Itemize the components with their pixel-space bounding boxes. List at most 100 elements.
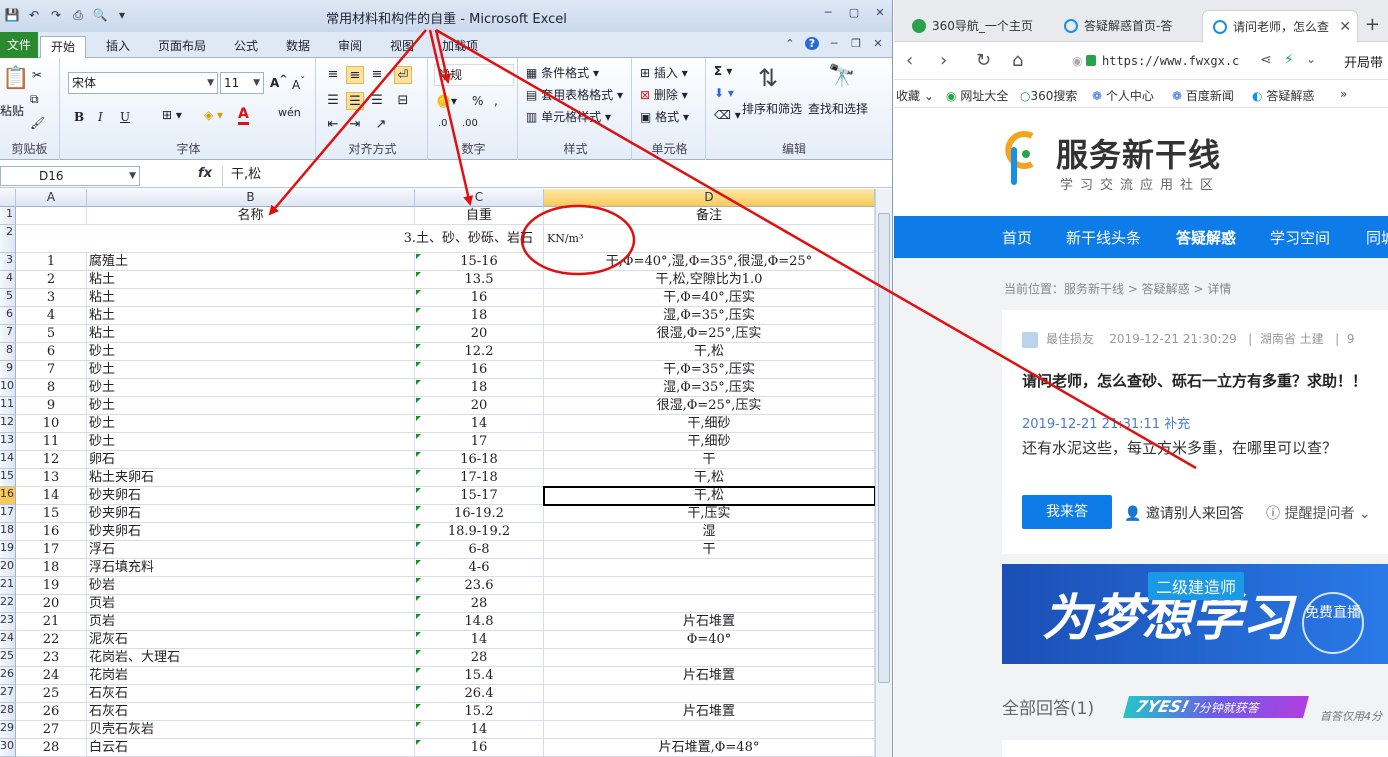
indent-icon[interactable]: ⇤ (324, 116, 342, 134)
outdent-icon[interactable]: ⇥ (346, 116, 364, 134)
row-number-cell[interactable]: 28 (16, 739, 87, 757)
note-cell[interactable]: 干,压实 (544, 505, 875, 523)
material-name-cell[interactable]: 石灰石 (87, 685, 415, 703)
align-center-icon[interactable]: ☰ (346, 92, 364, 110)
comma-icon[interactable]: , (494, 94, 498, 108)
font-name-select[interactable]: 宋体 ▼ (68, 72, 218, 94)
currency-icon[interactable]: 🪙▾ (436, 94, 457, 108)
note-cell[interactable]: 干,Φ=40°,压实 (544, 289, 875, 307)
row-number-cell[interactable]: 6 (16, 343, 87, 361)
section-title-cell[interactable]: 3.土、砂、砂砾、岩石 (16, 225, 544, 253)
nav-local[interactable]: 同城 (1366, 227, 1388, 248)
material-name-cell[interactable]: 石灰石 (87, 703, 415, 721)
material-name-cell[interactable]: 浮石填充料 (87, 559, 415, 577)
weight-cell[interactable]: 14 (415, 415, 544, 433)
material-name-cell[interactable]: 浮石 (87, 541, 415, 559)
material-name-cell[interactable]: 砂夹卵石 (87, 523, 415, 541)
material-name-cell[interactable]: 砂土 (87, 397, 415, 415)
weight-cell[interactable]: 4-6 (415, 559, 544, 577)
bookmark-item[interactable]: ❁ 个人中心 (1092, 87, 1154, 104)
row-number-cell[interactable]: 16 (16, 523, 87, 541)
more-bookmarks-icon[interactable]: » (1340, 87, 1347, 101)
weight-cell[interactable]: 28 (415, 649, 544, 667)
chevron-down-icon[interactable]: ⌄ (1306, 52, 1316, 66)
header-weight-cell[interactable]: 自重 (415, 207, 544, 225)
weight-cell[interactable]: 16-18 (415, 451, 544, 469)
note-cell[interactable] (544, 685, 875, 703)
insert-cells-button[interactable]: ⊞ 插入 ▾ (640, 64, 688, 81)
row-header[interactable]: 24 (0, 631, 16, 649)
row-header[interactable]: 17 (0, 505, 16, 523)
phonetic-icon[interactable]: wén (278, 106, 301, 119)
row-number-cell[interactable]: 26 (16, 703, 87, 721)
forward-icon[interactable]: › (940, 50, 947, 71)
row-number-cell[interactable]: 25 (16, 685, 87, 703)
increase-decimal-icon[interactable]: .0 (438, 118, 448, 129)
material-name-cell[interactable]: 砂土 (87, 343, 415, 361)
tab-page-layout[interactable]: 页面布局 (148, 36, 216, 58)
paste-icon[interactable]: 📋 (2, 66, 29, 91)
weight-cell[interactable]: 18 (415, 379, 544, 397)
percent-icon[interactable]: % (472, 94, 483, 108)
weight-cell[interactable]: 16 (415, 739, 544, 757)
vertical-scrollbar[interactable] (875, 189, 892, 757)
material-name-cell[interactable]: 花岗岩 (87, 667, 415, 685)
material-name-cell[interactable]: 泥灰石 (87, 631, 415, 649)
question-user[interactable]: 最佳损友 (1046, 332, 1094, 346)
format-painter-icon[interactable]: 🖌 (30, 116, 45, 130)
weight-cell[interactable]: 6-8 (415, 541, 544, 559)
note-cell[interactable]: 湿,Φ=35°,压实 (544, 379, 875, 397)
row-header[interactable]: 27 (0, 685, 16, 703)
note-cell[interactable]: 片石堆置 (544, 703, 875, 721)
format-as-table-button[interactable]: ▤ 套用表格格式 ▾ (526, 86, 623, 103)
cut-icon[interactable]: ✂ (32, 68, 42, 82)
align-left-icon[interactable]: ☰ (324, 92, 342, 110)
row-header[interactable]: 29 (0, 721, 16, 739)
material-name-cell[interactable]: 砂土 (87, 415, 415, 433)
font-size-select[interactable]: 11 ▼ (220, 72, 264, 94)
tab-data[interactable]: 数据 (276, 36, 320, 58)
help-icon[interactable]: ? (805, 37, 819, 50)
note-cell[interactable]: 湿 (544, 523, 875, 541)
row-header[interactable]: 19 (0, 541, 16, 559)
nav-headlines[interactable]: 新干线头条 (1066, 227, 1141, 248)
weight-cell[interactable]: 14 (415, 631, 544, 649)
ad-banner[interactable]: 为梦想学习 二级建造师 免费直播 (1002, 564, 1388, 664)
weight-cell[interactable]: 28 (415, 595, 544, 613)
note-cell[interactable]: 干,松 (544, 343, 875, 361)
grow-font-icon[interactable]: A^ (270, 74, 288, 90)
weight-cell[interactable]: 17 (415, 433, 544, 451)
material-name-cell[interactable]: 砂土 (87, 361, 415, 379)
row-number-cell[interactable]: 15 (16, 505, 87, 523)
home-icon[interactable]: ⌂ (1012, 50, 1023, 71)
row-number-cell[interactable]: 8 (16, 379, 87, 397)
conditional-format-button[interactable]: ▦ 条件格式 ▾ (526, 64, 599, 81)
paste-label[interactable]: 粘贴 (0, 102, 24, 119)
row-header[interactable]: 14 (0, 451, 16, 469)
row-header[interactable]: 10 (0, 379, 16, 397)
active-cell-outline[interactable] (543, 486, 875, 506)
row-header[interactable]: 30 (0, 739, 16, 757)
material-name-cell[interactable]: 白云石 (87, 739, 415, 757)
material-name-cell[interactable]: 贝壳石灰岩 (87, 721, 415, 739)
row-header[interactable]: 1 (0, 207, 16, 225)
row-header[interactable]: 7 (0, 325, 16, 343)
row-header[interactable]: 15 (0, 469, 16, 487)
row-header[interactable]: 11 (0, 397, 16, 415)
material-name-cell[interactable]: 页岩 (87, 595, 415, 613)
row-number-cell[interactable]: 3 (16, 289, 87, 307)
fill-icon[interactable]: ⬇ ▾ (714, 86, 734, 100)
copy-icon[interactable]: ⧉ (30, 92, 39, 107)
fill-color-icon[interactable]: ◈ ▾ (204, 108, 223, 122)
row-number-cell[interactable]: 17 (16, 541, 87, 559)
weight-cell[interactable]: 23.6 (415, 577, 544, 595)
cell-styles-button[interactable]: ▥ 单元格样式 ▾ (526, 108, 611, 125)
bookmark-item[interactable]: ◉ 网址大全 (946, 87, 1008, 104)
align-top-icon[interactable]: ≡ (324, 66, 342, 84)
bookmark-favorites[interactable]: 收藏 ⌄ (896, 87, 934, 104)
row-header[interactable]: 25 (0, 649, 16, 667)
sort-filter-label[interactable]: 排序和筛选 (742, 100, 802, 117)
weight-cell[interactable]: 20 (415, 397, 544, 415)
row-header[interactable]: 5 (0, 289, 16, 307)
row-header[interactable]: 9 (0, 361, 16, 379)
